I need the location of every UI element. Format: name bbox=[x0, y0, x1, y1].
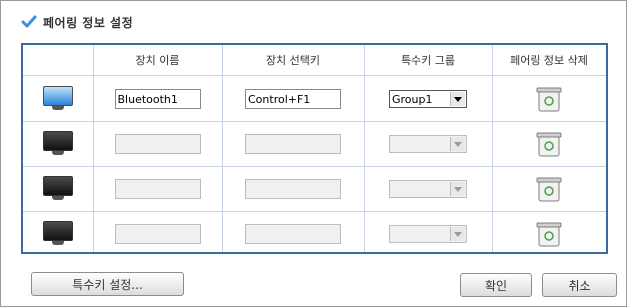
device-select-key-field[interactable] bbox=[245, 134, 341, 154]
dialog-title: 페어링 정보 설정 bbox=[21, 13, 133, 31]
select-value: Group1 bbox=[392, 92, 433, 106]
device-select-key-field[interactable] bbox=[245, 179, 341, 199]
monitor-dark-icon bbox=[43, 176, 73, 202]
ok-button[interactable]: 확인 bbox=[460, 273, 532, 297]
trash-can-icon[interactable] bbox=[536, 130, 562, 158]
device-name-field[interactable]: Bluetooth1 bbox=[114, 89, 201, 109]
monitor-dark-icon bbox=[43, 131, 73, 157]
special-key-settings-button[interactable]: 특수키 설정... bbox=[31, 272, 184, 296]
cancel-button[interactable]: 취소 bbox=[542, 273, 617, 297]
monitor-dark-icon bbox=[43, 221, 73, 247]
trash-can-icon[interactable] bbox=[536, 175, 562, 203]
dialog-title-text: 페어링 정보 설정 bbox=[43, 15, 134, 30]
header-delete-pairing: 페어링 정보 삭제 bbox=[510, 54, 588, 67]
special-key-group-select[interactable]: Group1 bbox=[389, 90, 467, 108]
device-select-key-field[interactable] bbox=[245, 224, 341, 244]
device-name-field[interactable] bbox=[114, 224, 201, 244]
chevron-down-icon[interactable] bbox=[450, 182, 465, 196]
chevron-down-icon[interactable] bbox=[450, 137, 465, 151]
special-key-group-select[interactable] bbox=[389, 135, 467, 153]
checkmark-icon bbox=[21, 15, 37, 28]
trash-can-icon[interactable] bbox=[536, 220, 562, 248]
pairing-settings-dialog: 페어링 정보 설정 장치 이름 장치 선택키 특수키 그룹 페어링 정보 삭제 bbox=[0, 0, 627, 307]
monitor-blue-icon bbox=[43, 86, 73, 112]
device-name-field[interactable] bbox=[114, 134, 201, 154]
header-device-name: 장치 이름 bbox=[135, 54, 180, 67]
special-key-group-select[interactable] bbox=[389, 180, 467, 198]
header-device-select-key: 장치 선택키 bbox=[265, 54, 321, 67]
device-select-key-field[interactable]: Control+F1 bbox=[245, 89, 341, 109]
table-row bbox=[23, 77, 93, 121]
trash-can-icon[interactable] bbox=[536, 85, 562, 113]
row-divider bbox=[23, 75, 606, 76]
special-key-group-select[interactable] bbox=[389, 225, 467, 243]
chevron-down-icon[interactable] bbox=[450, 92, 465, 106]
device-name-field[interactable] bbox=[114, 179, 201, 199]
header-special-key-group: 특수키 그룹 bbox=[400, 54, 456, 67]
pairing-table: 장치 이름 장치 선택키 특수키 그룹 페어링 정보 삭제 Bluetooth1… bbox=[21, 43, 608, 254]
chevron-down-icon[interactable] bbox=[450, 227, 465, 241]
